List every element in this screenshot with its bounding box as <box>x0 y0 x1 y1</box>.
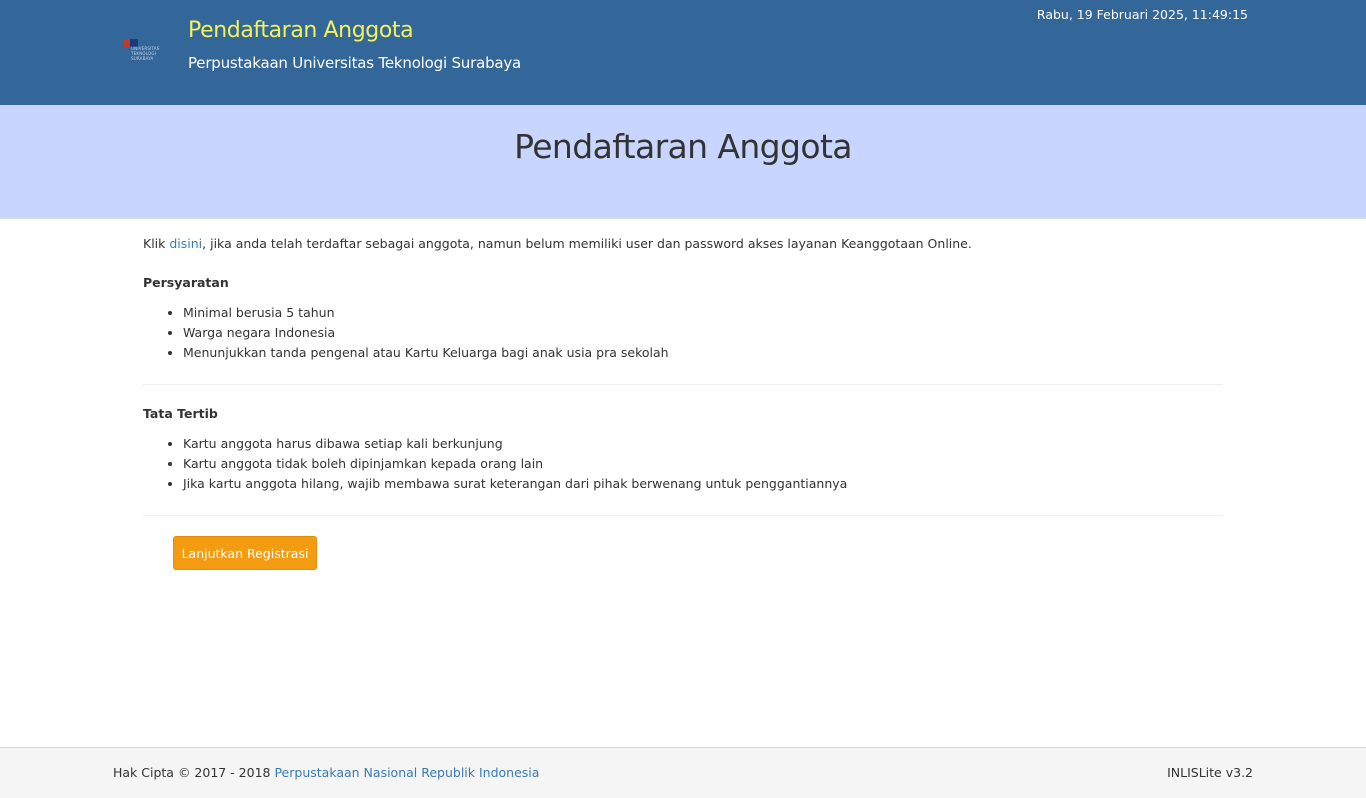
continue-registration-button[interactable]: Lanjutkan Registrasi <box>173 536 317 570</box>
section-divider <box>143 384 1223 385</box>
list-item: Minimal berusia 5 tahun <box>183 303 1223 323</box>
intro-suffix: , jika anda telah terdaftar sebagai angg… <box>202 236 972 251</box>
intro-prefix: Klik <box>143 236 170 251</box>
requirements-heading: Persyaratan <box>143 275 229 290</box>
copyright-text: Hak Cipta © 2017 - 2018 <box>113 765 275 780</box>
list-item: Warga negara Indonesia <box>183 323 1223 343</box>
rules-list: Kartu anggota harus dibawa setiap kali b… <box>143 434 1223 494</box>
copyright: Hak Cipta © 2017 - 2018 Perpustakaan Nas… <box>113 765 539 780</box>
page-banner: Pendaftaran Anggota <box>0 105 1366 219</box>
site-subtitle: Perpustakaan Universitas Teknologi Surab… <box>188 54 522 72</box>
site-header: UNIVERSITAS TEKNOLOGI SURABAYA Pendaftar… <box>0 0 1366 105</box>
activate-account-link[interactable]: disini <box>169 236 202 251</box>
university-logo[interactable]: UNIVERSITAS TEKNOLOGI SURABAYA <box>122 37 174 69</box>
logo-text: UNIVERSITAS TEKNOLOGI SURABAYA <box>131 46 160 61</box>
current-datetime: Rabu, 19 Februari 2025, 11:49:15 <box>1036 7 1248 22</box>
perpusnas-link[interactable]: Perpustakaan Nasional Republik Indonesia <box>274 765 539 780</box>
page-title: Pendaftaran Anggota <box>514 127 852 166</box>
main-content: Klik disini, jika anda telah terdaftar s… <box>143 235 1223 570</box>
section-divider <box>143 515 1223 516</box>
intro-text: Klik disini, jika anda telah terdaftar s… <box>143 235 1223 253</box>
app-version: INLISLite v3.2 <box>1167 765 1253 780</box>
list-item: Kartu anggota tidak boleh dipinjamkan ke… <box>183 454 1223 474</box>
site-footer: Hak Cipta © 2017 - 2018 Perpustakaan Nas… <box>0 747 1366 798</box>
list-item: Jika kartu anggota hilang, wajib membawa… <box>183 474 1223 494</box>
list-item: Menunjukkan tanda pengenal atau Kartu Ke… <box>183 343 1223 363</box>
rules-heading: Tata Tertib <box>143 406 218 421</box>
list-item: Kartu anggota harus dibawa setiap kali b… <box>183 434 1223 454</box>
site-title[interactable]: Pendaftaran Anggota <box>188 18 414 43</box>
requirements-list: Minimal berusia 5 tahun Warga negara Ind… <box>143 303 1223 363</box>
